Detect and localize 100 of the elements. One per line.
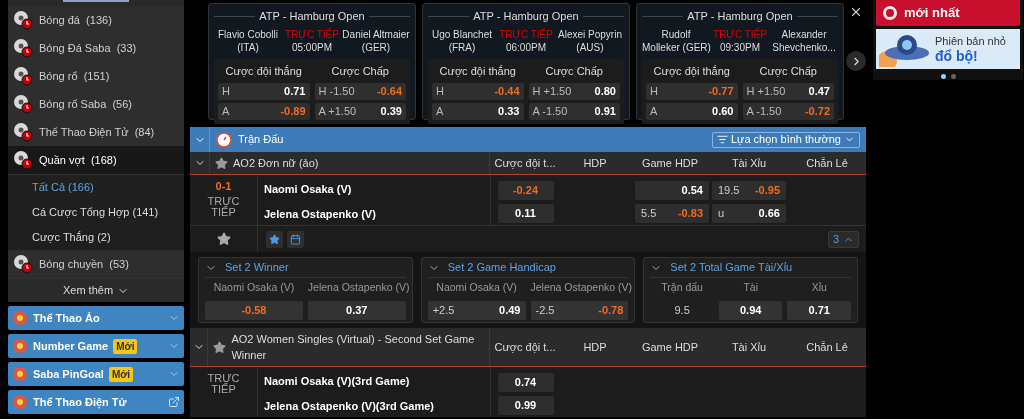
column-header: Game HDP — [640, 155, 700, 171]
market-title: Set 2 Game Handicap — [447, 260, 556, 276]
odds-button[interactable]: A -1.50 -0.72 — [742, 103, 834, 120]
game-icon — [12, 310, 28, 326]
sort-dropdown[interactable]: Lựa chọn bình thường — [711, 131, 860, 148]
category-panel[interactable]: Thể Thao Ảo — [8, 306, 184, 330]
match-time: 06:00PM — [504, 40, 547, 54]
live-label: TRỰC TIẾP — [285, 27, 339, 41]
home-team: Ugo Blanchet (FRA) — [430, 27, 493, 54]
ball-icon — [13, 10, 33, 30]
column-header: HDP — [582, 339, 608, 355]
favorite-star-icon[interactable] — [216, 232, 231, 246]
sport-item[interactable]: Thể Thao Điện Tử (84) — [8, 118, 184, 146]
star-icon[interactable] — [213, 340, 227, 354]
odds-button[interactable]: H -0.77 — [646, 83, 738, 100]
favorite-button[interactable] — [266, 230, 283, 248]
odds-button[interactable]: H +1.50 0.47 — [742, 83, 834, 100]
calendar-icon — [290, 233, 301, 245]
league-header[interactable]: AO2 Women Singles (Virtual) - Second Set Game Winner Cược đội t... HDP Game HDP Tài Xỉu Chẵn Lẻ — [190, 328, 866, 367]
market-header: Cược Chấp — [544, 63, 604, 79]
odds-button[interactable]: H +1.50 0.80 — [528, 83, 620, 100]
league-header[interactable]: AO2 Đơn nữ (ảo) Cược đội t... HDP Game HDP Tài Xỉu Chẵn Lẻ — [190, 152, 866, 175]
team-name: Naomi Osaka (V) — [264, 182, 353, 197]
odds-button[interactable]: +2.5 0.49 — [427, 300, 526, 320]
odds-button[interactable]: H 0.71 — [218, 83, 310, 100]
odds-button[interactable]: 0.37 — [307, 300, 406, 320]
ball-icon — [13, 254, 33, 274]
league-title: ATP - Hamburg Open — [259, 9, 365, 24]
subcategory-item[interactable]: Cá Cược Tổng Hợp (141) — [8, 200, 184, 225]
odds-button[interactable]: -0.58 — [205, 300, 303, 320]
market-header: Cược đội thắng — [438, 63, 517, 79]
home-team: Rudolf Molleker (GER) — [642, 27, 710, 54]
sport-item[interactable]: Bóng đá (136) — [8, 6, 184, 34]
odds-button[interactable]: 5.5 -0.83 — [635, 204, 709, 223]
category-panel[interactable]: Thể Thao Điện Tử — [8, 390, 184, 414]
selection-label: Naomi Osaka (V) — [435, 280, 518, 295]
column-header: Cược đội t... — [493, 339, 557, 355]
league-title: ATP - Hamburg Open — [473, 9, 579, 24]
selection-label: Naomi Osaka (V) — [212, 280, 296, 295]
odds-button[interactable]: A -1.50 0.91 — [528, 103, 620, 120]
match-time: 05:00PM — [290, 40, 333, 54]
more-markets-button[interactable]: 3 — [827, 230, 859, 248]
star-icon — [269, 233, 280, 245]
promo-banner[interactable]: mới nhất — [876, 0, 1020, 26]
column-header: HDP — [582, 155, 608, 171]
ball-icon — [13, 150, 33, 170]
market-title: Set 2 Winner — [225, 260, 289, 276]
category-panel[interactable]: Saba PinGoal Mới — [8, 362, 184, 386]
sport-item[interactable]: Bóng rổ (151) — [8, 62, 184, 90]
column-header: Chẵn Lẻ — [805, 339, 849, 355]
odds-button[interactable]: A 0.60 — [646, 103, 738, 120]
sport-item[interactable]: Bóng rổ Saba (56) — [8, 90, 184, 118]
ball-icon — [13, 122, 33, 142]
calendar-button[interactable] — [287, 230, 304, 248]
odds-button[interactable]: -2.5 -0.78 — [530, 300, 629, 320]
sport-item[interactable]: Bóng Đá Saba (33) — [8, 34, 184, 62]
odds-button[interactable]: A -0.89 — [218, 103, 310, 120]
away-team: Daniel Altmaier (GER) — [342, 27, 410, 54]
category-panel[interactable]: Number Game Mới — [8, 334, 184, 358]
panel-label: Number Game — [33, 338, 109, 354]
odds-button[interactable]: 0.71 — [787, 300, 851, 320]
league-title: ATP - Hamburg Open — [687, 9, 793, 24]
odds-button[interactable]: 0.11 — [497, 204, 554, 223]
next-button[interactable] — [846, 51, 866, 71]
odds-button[interactable]: H -1.50 -0.64 — [314, 83, 406, 100]
sport-item[interactable]: Bóng chuyền (53) — [8, 250, 184, 278]
selection-label: Tài — [742, 280, 759, 295]
column-header: Cược đội t... — [493, 155, 557, 171]
selection-label: Trận đấu — [660, 280, 704, 295]
market-title: Set 2 Total Game Tài/Xỉu — [670, 260, 793, 276]
league-name: AO2 Women Singles (Virtual) - Second Set Game Winner — [231, 332, 476, 363]
odds-button[interactable]: 0.74 — [497, 373, 554, 392]
see-more-button[interactable]: Xem thêm — [8, 278, 184, 302]
home-team: Flavio Cobolli (ITA) — [217, 27, 279, 54]
live-label: TRỰC TIẾP — [206, 373, 241, 395]
ball-icon — [13, 66, 33, 86]
new-badge: Mới — [108, 366, 134, 382]
subcategory-item[interactable]: Cược Thắng (2) — [8, 225, 184, 250]
sport-item[interactable]: Quần vợt (168) — [8, 146, 184, 174]
odds-button[interactable]: H -0.44 — [432, 83, 524, 100]
odds-button[interactable]: 19.5 -0.95 — [712, 181, 786, 200]
subcategory-item[interactable]: Tất Cả (166) — [8, 175, 184, 200]
team-name: Jelena Ostapenko (V)(3rd Game) — [264, 398, 434, 414]
star-icon[interactable] — [215, 156, 228, 170]
match-score: 0-1 — [215, 181, 232, 192]
promo-banner[interactable]: Phiên bản nhỏ đổ bộ! — [876, 29, 1020, 69]
market-header: Cược Chấp — [330, 63, 390, 79]
odds-button[interactable]: -0.24 — [497, 181, 554, 200]
odds-button[interactable]: A +1.50 0.39 — [314, 103, 406, 120]
odds-button[interactable]: A 0.33 — [432, 103, 524, 120]
column-header: Game HDP — [640, 339, 700, 355]
column-header: Tài Xỉu — [730, 155, 768, 171]
external-link-icon — [168, 396, 180, 408]
panel-label: Saba PinGoal — [33, 366, 104, 382]
odds-button[interactable]: u 0.66 — [712, 204, 786, 223]
odds-button[interactable]: 0.99 — [497, 396, 554, 415]
odds-button[interactable]: 0.54 — [635, 181, 709, 200]
away-team: Alexei Popyrin (AUS) — [557, 27, 623, 54]
odds-button[interactable]: 0.94 — [718, 300, 783, 320]
ball-icon — [13, 94, 33, 114]
